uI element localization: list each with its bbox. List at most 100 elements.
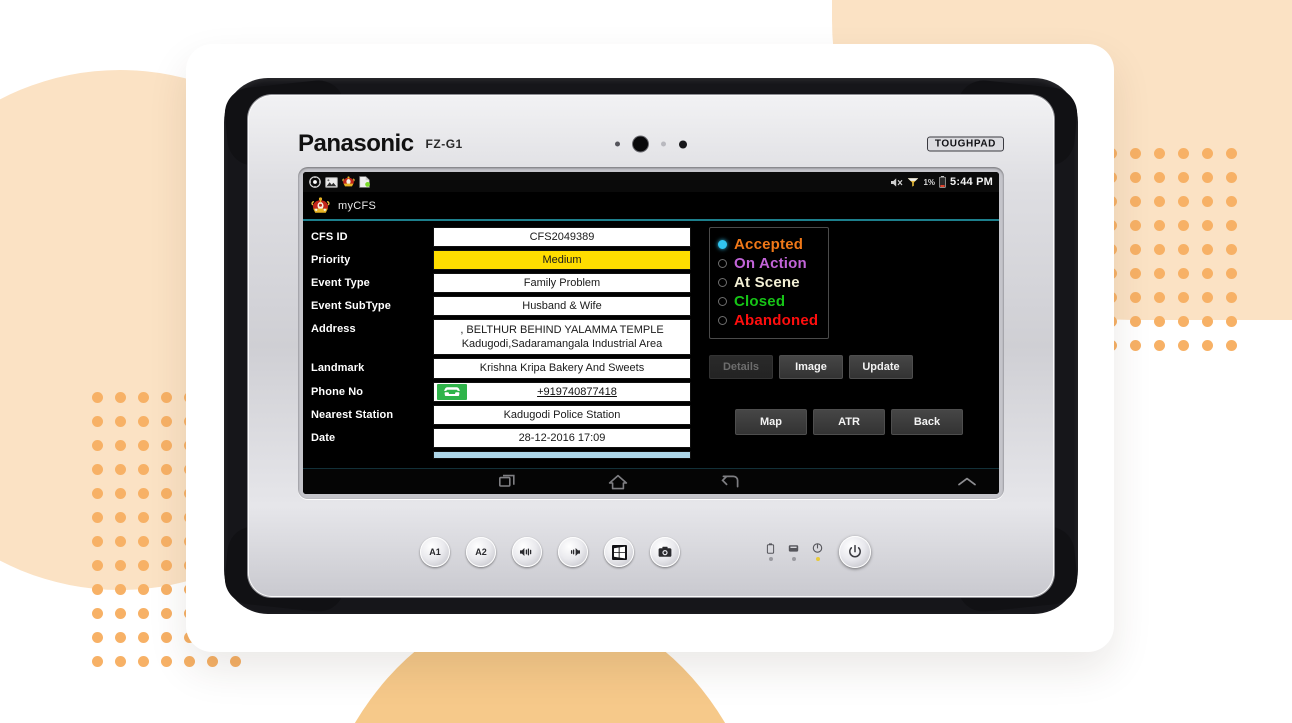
field-partial[interactable] [433, 450, 691, 459]
radio-button-icon[interactable] [718, 278, 727, 287]
cfs-form: CFS ID CFS2049389 Priority Medium Event Type… [311, 227, 691, 469]
hardware-button-label: A2 [475, 547, 487, 557]
field-address[interactable]: , BELTHUR BEHIND YALAMMA TEMPLE Kadugodi… [433, 319, 691, 356]
phone-number[interactable]: +919740877418 [467, 385, 687, 399]
a2-button[interactable]: A2 [466, 537, 496, 567]
radio-button-icon[interactable] [718, 297, 727, 306]
atr-button[interactable]: ATR [813, 409, 885, 435]
sensor-cluster [615, 136, 687, 152]
mute-icon [891, 177, 903, 187]
battery-percent: 1% [923, 177, 936, 187]
nav-bar-expand [935, 476, 999, 488]
radio-button-icon[interactable] [718, 259, 727, 268]
windows-button[interactable] [604, 537, 634, 567]
device-body: Panasonic FZ-G1 TOUGHPAD 1% 5:44 PM myCF… [248, 95, 1054, 597]
volume-down-button[interactable] [558, 537, 588, 567]
field-landmark[interactable]: Krishna Kripa Bakery And Sweets [433, 358, 691, 379]
update-button[interactable]: Update [849, 355, 913, 379]
form-row: Date 28-12-2016 17:09 [311, 427, 691, 448]
a1-button[interactable]: A1 [420, 537, 450, 567]
field-label: Event Type [311, 277, 370, 290]
status-bar-clock: 5:44 PM [950, 176, 993, 188]
app-title-bar: myCFS [303, 192, 999, 219]
app-title: myCFS [338, 199, 377, 212]
drive-led-icon [788, 545, 799, 552]
battery-icon [939, 176, 946, 188]
android-status-bar: 1% 5:44 PM [303, 172, 999, 192]
status-option-label: Abandoned [734, 312, 819, 329]
status-option-label: On Action [734, 255, 807, 272]
form-row: Priority Medium [311, 250, 691, 271]
field-label: Nearest Station [311, 408, 394, 421]
battery-led-icon [766, 543, 775, 554]
back-icon[interactable] [720, 474, 739, 489]
field-label: Event SubType [311, 300, 391, 313]
camera-button[interactable] [650, 537, 680, 567]
indicator-leds [766, 543, 823, 561]
android-nav-bar [303, 468, 999, 494]
status-bar-right-icons: 1% 5:44 PM [890, 176, 993, 188]
volume-up-button[interactable] [512, 537, 542, 567]
proximity-sensor-icon [679, 140, 687, 148]
brand-bar: Panasonic FZ-G1 TOUGHPAD [298, 127, 1004, 161]
back-button[interactable]: Back [891, 409, 963, 435]
form-row: Nearest Station Kadugodi Police Station [311, 404, 691, 425]
status-option-accepted[interactable]: Accepted [718, 236, 818, 253]
field-date[interactable]: 28-12-2016 17:09 [433, 427, 691, 448]
cfs-detail-screen: CFS ID CFS2049389 Priority Medium Event Type… [303, 221, 999, 469]
light-sensor-icon [661, 141, 666, 147]
field-label: Phone No [311, 385, 364, 398]
field-label: Priority [311, 254, 351, 267]
form-row: Event SubType Husband & Wife [311, 296, 691, 317]
document-icon [359, 176, 370, 188]
field-priority[interactable]: Medium [433, 250, 691, 271]
screen: 1% 5:44 PM myCFS CFS ID CFS2049389 Prior… [303, 172, 999, 494]
field-label: CFS ID [311, 231, 348, 243]
toughpad-badge: TOUGHPAD [926, 136, 1004, 152]
image-button[interactable]: Image [779, 355, 843, 379]
power-icon [849, 544, 861, 558]
field-cfs-id[interactable]: CFS2049389 [433, 227, 691, 248]
status-option-label: Accepted [734, 236, 804, 253]
form-row: Phone No +919740877418 [311, 381, 691, 402]
form-row: Event Type Family Problem [311, 273, 691, 294]
field-phone-no[interactable]: +919740877418 [433, 381, 691, 402]
field-label: Landmark [311, 362, 365, 375]
wifi-icon [908, 178, 919, 187]
field-event-type[interactable]: Family Problem [433, 273, 691, 294]
form-row: Address , BELTHUR BEHIND YALAMMA TEMPLE K… [311, 319, 691, 356]
recents-icon[interactable] [499, 474, 516, 489]
status-radio-group[interactable]: Accepted On Action At Scene Closed Abandoned [709, 227, 830, 339]
device-model: FZ-G1 [425, 137, 463, 151]
status-option-on-action[interactable]: On Action [718, 255, 818, 272]
home-icon[interactable] [608, 474, 628, 490]
status-option-closed[interactable]: Closed [718, 293, 818, 310]
chevron-up-icon[interactable] [957, 476, 977, 488]
hardware-buttons: A1 A2 [420, 537, 680, 567]
battery-led [766, 543, 775, 561]
status-option-at-scene[interactable]: At Scene [718, 274, 818, 291]
form-row: CFS ID CFS2049389 [311, 227, 691, 248]
field-event-subtype[interactable]: Husband & Wife [433, 296, 691, 317]
drive-led [788, 543, 799, 561]
right-panel: Accepted On Action At Scene Closed Abandoned… [691, 227, 991, 469]
field-nearest-station[interactable]: Kadugodi Police Station [433, 404, 691, 425]
power-led-dot [815, 557, 820, 561]
details-button: Details [709, 355, 773, 379]
status-option-label: Closed [734, 293, 786, 310]
power-button[interactable] [839, 536, 871, 568]
field-label: Date [311, 431, 336, 444]
radio-button-icon[interactable] [718, 240, 727, 249]
panasonic-logo: Panasonic [298, 130, 414, 157]
map-button[interactable]: Map [735, 409, 807, 435]
radio-button-icon[interactable] [718, 316, 727, 325]
drive-led-dot [791, 557, 796, 561]
dot-grid-top-right [1106, 148, 1286, 351]
battery-led-dot [768, 557, 773, 561]
hardware-button-label: A1 [429, 547, 441, 557]
status-option-abandoned[interactable]: Abandoned [718, 312, 818, 329]
front-camera-icon [633, 136, 648, 152]
call-button[interactable] [437, 383, 467, 400]
screenshot-icon [325, 176, 338, 188]
primary-action-buttons: Details Image Update [709, 355, 991, 379]
